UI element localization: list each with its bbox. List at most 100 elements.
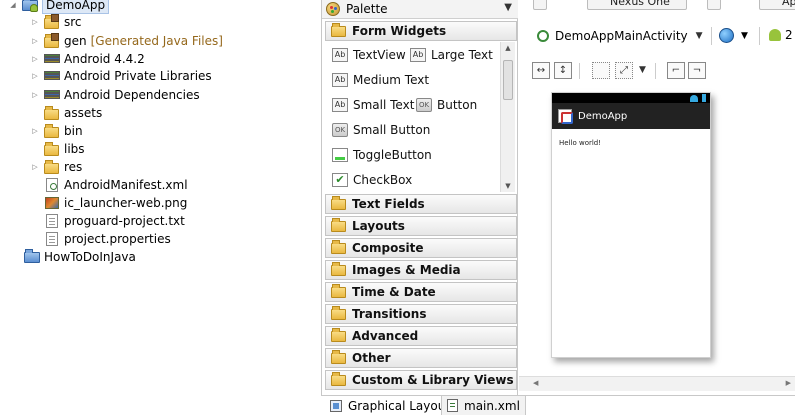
collapse-arrow-icon[interactable]: ◢ bbox=[8, 0, 18, 14]
tree-item-project-properties[interactable]: project.properties bbox=[44, 230, 171, 248]
zoom-fit-icon[interactable]: ⤢ bbox=[615, 62, 633, 79]
tree-item-gen[interactable]: ▷ gen [Generated Java Files] bbox=[30, 32, 223, 50]
tree-item-bin[interactable]: ▷ bin bbox=[30, 122, 83, 140]
folder-icon bbox=[44, 159, 60, 175]
tree-label: AndroidManifest.xml bbox=[64, 178, 188, 192]
locale-dropdown-arrow-icon[interactable]: ▼ bbox=[741, 31, 748, 41]
align-left-icon[interactable]: ⌐ bbox=[667, 62, 685, 79]
widget-small-button[interactable]: OK Small Button bbox=[332, 120, 430, 140]
tree-project-howtodoinjava[interactable]: HowToDoInJava bbox=[24, 248, 136, 266]
graphical-layout-icon bbox=[330, 400, 342, 412]
category-layouts[interactable]: Layouts bbox=[325, 216, 517, 236]
tree-item-launcher-png[interactable]: ic_launcher-web.png bbox=[44, 194, 187, 212]
tab-graphical-layout[interactable]: Graphical Layout bbox=[325, 396, 456, 415]
status-icons bbox=[690, 94, 706, 102]
strip-button[interactable] bbox=[533, 0, 547, 10]
category-custom-library-views[interactable]: Custom & Library Views bbox=[325, 370, 517, 390]
expand-arrow-icon[interactable]: ▷ bbox=[30, 158, 40, 176]
category-images-media[interactable]: Images & Media bbox=[325, 260, 517, 280]
tree-item-android-sdk[interactable]: ▷ Android 4.4.2 bbox=[30, 50, 145, 68]
library-icon bbox=[44, 87, 60, 103]
folder-icon bbox=[331, 371, 346, 386]
palette-title: Palette bbox=[346, 2, 388, 16]
project-folder-icon bbox=[24, 249, 40, 265]
scroll-left-arrow-icon[interactable]: ◀ bbox=[533, 379, 538, 387]
expand-arrow-icon[interactable]: ▷ bbox=[30, 67, 40, 85]
folder-icon bbox=[331, 239, 346, 254]
widget-textview[interactable]: Ab TextView bbox=[332, 45, 406, 65]
scrollbar-thumb[interactable] bbox=[503, 60, 513, 100]
folder-icon bbox=[44, 105, 60, 121]
editor-tabs: Graphical Layout main.xml bbox=[321, 395, 795, 415]
tree-project-demoapp[interactable]: ◢ DemoApp bbox=[8, 0, 110, 14]
api-level-label: 2 bbox=[785, 28, 793, 42]
fit-width-icon[interactable]: ↔ bbox=[532, 62, 550, 79]
expand-arrow-icon[interactable]: ▷ bbox=[30, 122, 40, 140]
category-text-fields[interactable]: Text Fields bbox=[325, 194, 517, 214]
tree-item-assets[interactable]: assets bbox=[44, 104, 102, 122]
theme-selector[interactable]: Ap bbox=[759, 0, 795, 10]
expand-arrow-icon[interactable]: ▷ bbox=[30, 13, 40, 31]
category-transitions[interactable]: Transitions bbox=[325, 304, 517, 324]
widget-medium-text[interactable]: Ab Medium Text bbox=[332, 70, 429, 90]
tree-item-proguard[interactable]: proguard-project.txt bbox=[44, 212, 185, 230]
widget-togglebutton[interactable]: ToggleButton bbox=[332, 145, 432, 165]
fit-height-icon[interactable]: ↕ bbox=[554, 62, 572, 79]
tree-item-res[interactable]: ▷ res bbox=[30, 158, 82, 176]
project-explorer: ◢ DemoApp ▷ src ▷ gen [Generated Java Fi… bbox=[0, 0, 318, 415]
tab-main-xml[interactable]: main.xml bbox=[441, 396, 526, 415]
activity-selector[interactable]: DemoAppMainActivity ▼ bbox=[537, 26, 703, 46]
category-label: Custom & Library Views bbox=[352, 373, 514, 387]
hello-textview[interactable]: Hello world! bbox=[559, 139, 601, 147]
expand-arrow-icon[interactable]: ▷ bbox=[30, 50, 40, 68]
strip-button[interactable] bbox=[707, 0, 721, 10]
scroll-right-arrow-icon[interactable]: ▶ bbox=[786, 379, 791, 387]
android-api-icon[interactable] bbox=[769, 29, 781, 41]
tree-item-android-dependencies[interactable]: ▷ Android Dependencies bbox=[30, 86, 199, 104]
category-form-widgets[interactable]: Form Widgets bbox=[325, 21, 517, 41]
togglebutton-icon bbox=[332, 148, 348, 162]
tab-label: main.xml bbox=[464, 398, 520, 413]
canvas-horizontal-scrollbar[interactable]: ◀ ▶ bbox=[519, 376, 795, 391]
dropdown-arrow-icon[interactable]: ▼ bbox=[696, 31, 703, 41]
folder-icon bbox=[331, 305, 346, 320]
button-icon: OK bbox=[416, 98, 432, 112]
library-icon bbox=[44, 51, 60, 67]
device-action-bar[interactable]: DemoApp bbox=[552, 103, 710, 129]
tree-item-manifest[interactable]: AndroidManifest.xml bbox=[44, 176, 188, 194]
device-selector[interactable]: Nexus One bbox=[587, 0, 687, 10]
editor-top-strip: Nexus One Ap bbox=[519, 0, 795, 14]
tree-label: ic_launcher-web.png bbox=[64, 196, 188, 210]
zoom-dropdown-arrow-icon[interactable]: ▼ bbox=[639, 65, 646, 75]
expand-arrow-icon[interactable]: ▷ bbox=[30, 86, 40, 104]
palette-scrollbar[interactable]: ▲ ▼ bbox=[500, 42, 515, 192]
scroll-up-arrow-icon[interactable]: ▲ bbox=[503, 44, 513, 52]
widget-large-text[interactable]: Ab Large Text bbox=[410, 45, 493, 65]
tree-item-private-libraries[interactable]: ▷ Android Private Libraries bbox=[30, 67, 212, 85]
palette-panel: Palette ▼ Form Widgets Ab TextView Ab La… bbox=[321, 0, 518, 395]
tree-label: Android 4.4.2 bbox=[64, 52, 145, 66]
widget-small-text[interactable]: Ab Small Text bbox=[332, 95, 414, 115]
align-right-icon[interactable]: ¬ bbox=[688, 62, 706, 79]
tree-label: Android Private Libraries bbox=[64, 69, 212, 83]
device-preview[interactable]: DemoApp Hello world! bbox=[551, 92, 711, 358]
folder-icon bbox=[331, 261, 346, 276]
scroll-down-arrow-icon[interactable]: ▼ bbox=[503, 182, 513, 190]
palette-menu-dropdown-icon[interactable]: ▼ bbox=[504, 2, 512, 13]
app-launcher-icon bbox=[558, 109, 573, 124]
tree-item-libs[interactable]: libs bbox=[44, 140, 85, 158]
medium-text-icon: Ab bbox=[332, 73, 348, 87]
category-other[interactable]: Other bbox=[325, 348, 517, 368]
expand-arrow-icon[interactable]: ▷ bbox=[30, 32, 40, 50]
locale-globe-icon[interactable] bbox=[719, 28, 734, 43]
category-composite[interactable]: Composite bbox=[325, 238, 517, 258]
category-time-date[interactable]: Time & Date bbox=[325, 282, 517, 302]
widget-button[interactable]: OK Button bbox=[416, 95, 477, 115]
design-canvas[interactable]: DemoApp Hello world! bbox=[524, 85, 787, 375]
category-advanced[interactable]: Advanced bbox=[325, 326, 517, 346]
xml-file-icon bbox=[44, 177, 60, 193]
layout-editor: Nexus One Ap DemoAppMainActivity ▼ ▼ 2 ↔… bbox=[519, 0, 795, 395]
widget-checkbox[interactable]: ✔ CheckBox bbox=[332, 170, 412, 190]
layout-margins-icon[interactable] bbox=[592, 62, 610, 79]
tree-item-src[interactable]: ▷ src bbox=[30, 13, 82, 31]
